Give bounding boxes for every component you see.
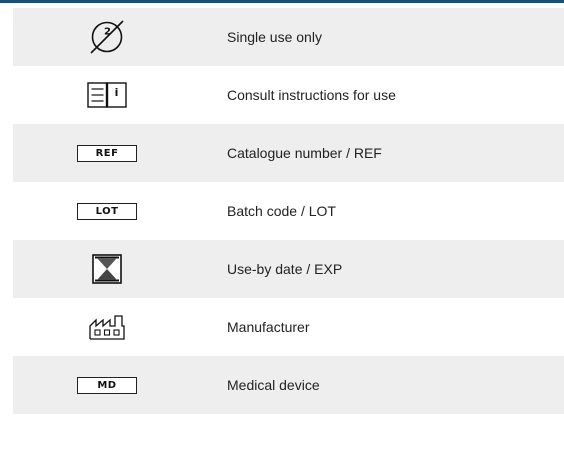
do-not-reuse-icon: 2 (90, 20, 124, 54)
top-rule (0, 0, 564, 3)
symbol-label: Use-by date / EXP (227, 261, 343, 277)
manufacturer-icon (89, 315, 125, 340)
symbols-table: 2 Single use only i Consult instructions… (13, 8, 564, 414)
symbol-label: Catalogue number / REF (227, 145, 382, 161)
do-not-reuse-glyph: 2 (104, 27, 111, 38)
symbol-row: LOT Batch code / LOT (13, 182, 564, 240)
symbol-label: Consult instructions for use (227, 87, 396, 103)
instructions-icon: i (87, 82, 127, 108)
symbol-label: Medical device (227, 377, 320, 393)
symbol-label: Single use only (227, 29, 322, 45)
lot-icon: LOT (77, 202, 137, 220)
symbol-label: Manufacturer (227, 319, 310, 335)
md-icon: MD (77, 376, 137, 394)
hourglass-icon (92, 254, 122, 284)
symbol-row: 2 Single use only (13, 8, 564, 66)
symbol-row: MD Medical device (13, 356, 564, 414)
symbol-row: Use-by date / EXP (13, 240, 564, 298)
symbol-label: Batch code / LOT (227, 203, 336, 219)
symbol-row: i Consult instructions for use (13, 66, 564, 124)
symbol-row: Manufacturer (13, 298, 564, 356)
info-glyph: i (115, 86, 119, 99)
symbol-row: REF Catalogue number / REF (13, 124, 564, 182)
ref-icon: REF (77, 144, 137, 162)
